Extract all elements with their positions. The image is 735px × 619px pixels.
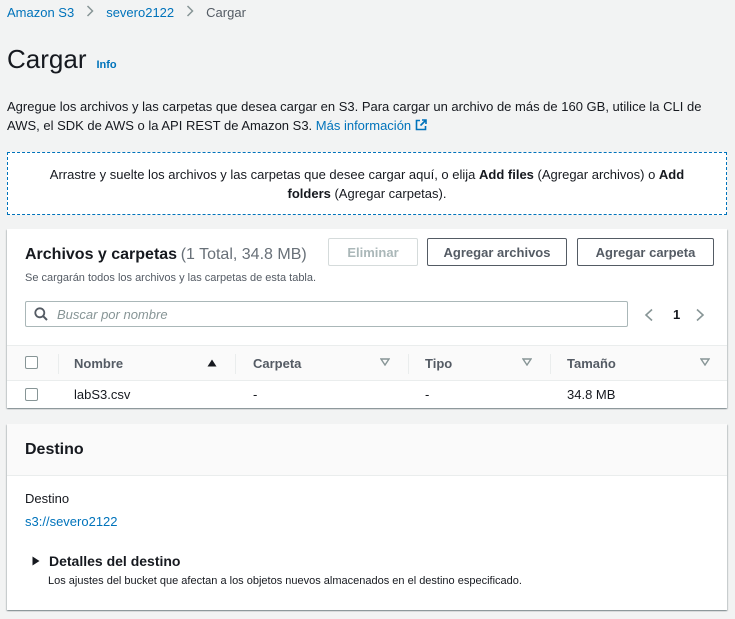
destination-panel: Destino Destino s3://severo2122 Detalles… — [7, 424, 727, 610]
sort-icon[interactable] — [380, 358, 390, 366]
page-description: Agregue los archivos y las carpetas que … — [7, 97, 729, 135]
caret-right-icon — [32, 556, 40, 566]
select-all-checkbox[interactable] — [25, 356, 38, 369]
breadcrumb-current: Cargar — [206, 4, 246, 20]
dropzone-text: Arrastre y suelte los archivos y las car… — [38, 165, 696, 203]
files-title: Archivos y carpetas — [25, 246, 178, 263]
destination-label: Destino — [25, 491, 70, 506]
sort-ascending-icon[interactable] — [207, 359, 217, 367]
chevron-right-icon[interactable] — [694, 308, 706, 322]
table-row[interactable]: labS3.csv - - 34.8 MB — [7, 381, 727, 408]
learn-more-link[interactable]: Más información — [316, 118, 427, 133]
column-header-type[interactable]: Tipo — [425, 346, 452, 380]
cell-type: - — [425, 387, 430, 402]
upload-dropzone[interactable]: Arrastre y suelte los archivos y las car… — [7, 152, 727, 215]
chevron-right-icon — [186, 4, 194, 20]
external-link-icon — [415, 119, 427, 131]
destination-details-description: Los ajustes del bucket que afectan a los… — [48, 575, 522, 587]
search-box — [25, 301, 628, 327]
destination-details-title: Detalles del destino — [49, 553, 181, 569]
destination-title: Destino — [7, 424, 727, 476]
search-input[interactable] — [57, 306, 617, 322]
files-subtitle: Se cargarán todos los archivos y las car… — [25, 272, 317, 284]
chevron-right-icon — [86, 4, 94, 20]
add-files-button[interactable]: Agregar archivos — [427, 238, 567, 266]
files-count: (1 Total, 34.8 MB) — [180, 246, 307, 263]
learn-more-label: Más información — [315, 118, 412, 133]
dropzone-add-files: Add files — [479, 166, 534, 182]
column-header-folder[interactable]: Carpeta — [253, 346, 301, 380]
column-divider — [58, 354, 59, 374]
page-header: Cargar Info — [7, 44, 117, 75]
column-header-name[interactable]: Nombre — [74, 346, 123, 380]
sort-icon[interactable] — [522, 358, 532, 366]
cell-folder: - — [253, 387, 258, 402]
info-link[interactable]: Info — [96, 59, 116, 71]
breadcrumb-item-s3[interactable]: Amazon S3 — [7, 5, 74, 20]
pagination: 1 — [643, 307, 706, 322]
cell-size: 34.8 MB — [567, 387, 616, 402]
remove-button[interactable]: Eliminar — [328, 238, 418, 266]
destination-link[interactable]: s3://severo2122 — [25, 514, 118, 529]
cell-name: labS3.csv — [74, 387, 131, 402]
column-divider — [408, 354, 409, 374]
search-icon — [34, 307, 48, 321]
breadcrumb-item-bucket[interactable]: severo2122 — [106, 5, 174, 20]
files-header: Archivos y carpetas (1 Total, 34.8 MB) — [25, 246, 307, 264]
dropzone-text-3: (Agregar carpetas). — [330, 185, 447, 201]
column-divider — [550, 354, 551, 374]
page-title: Cargar — [7, 44, 87, 74]
row-checkbox[interactable] — [25, 388, 38, 401]
table-header: Nombre Carpeta Tipo Tamaño — [7, 345, 727, 381]
dropzone-text-1: Arrastre y suelte los archivos y las car… — [49, 166, 480, 182]
page-number[interactable]: 1 — [673, 307, 680, 322]
add-folder-button[interactable]: Agregar carpeta — [577, 238, 714, 266]
column-header-size[interactable]: Tamaño — [567, 346, 616, 380]
column-divider — [235, 354, 236, 374]
breadcrumb: Amazon S3 severo2122 Cargar — [7, 3, 246, 21]
sort-icon[interactable] — [700, 358, 710, 366]
destination-details-toggle[interactable]: Detalles del destino — [32, 553, 180, 569]
chevron-left-icon[interactable] — [643, 308, 655, 322]
dropzone-text-2: (Agregar archivos) o — [533, 166, 659, 182]
files-panel: Archivos y carpetas (1 Total, 34.8 MB) S… — [7, 229, 727, 408]
